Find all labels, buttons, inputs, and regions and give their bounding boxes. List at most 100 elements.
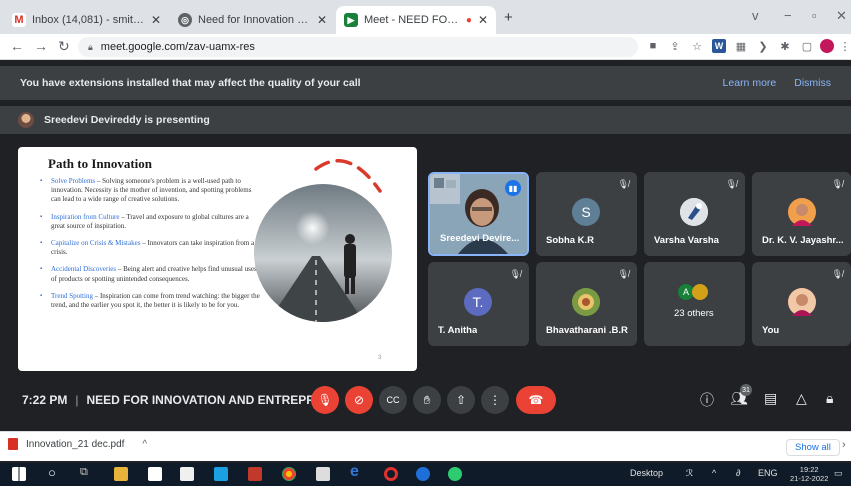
- menu-kebab-icon[interactable]: ⋮: [838, 39, 851, 53]
- bookmark-star-icon[interactable]: ☆: [690, 39, 704, 53]
- chrome-icon[interactable]: [282, 467, 296, 481]
- participant-tile-others[interactable]: A 23 others: [644, 262, 745, 346]
- present-button[interactable]: ⇧: [447, 386, 475, 414]
- store-icon[interactable]: [180, 467, 194, 481]
- participant-tile-bhavatharani[interactable]: 🎙︎̸ Bhavatharani .B.R: [536, 262, 637, 346]
- tab-meet[interactable]: ▶ Meet - NEED FOR INNOVAT ● ✕: [336, 6, 496, 34]
- close-window-button[interactable]: ✕: [836, 8, 847, 24]
- participant-tile-jayashree[interactable]: 🎙︎̸ Dr. K. V. Jayashr...: [752, 172, 851, 256]
- slide-bullet: Inspiration from Culture – Travel and ex…: [40, 213, 262, 231]
- captions-button[interactable]: CC: [379, 386, 407, 414]
- participant-tile-sobha[interactable]: 🎙︎̸ S Sobha K.R: [536, 172, 637, 256]
- meeting-info-icon[interactable]: ⓘ: [700, 390, 714, 410]
- participant-tile-sreedevi[interactable]: ▮▮ Sreedevi Devire...: [428, 172, 529, 256]
- raise-hand-button[interactable]: ✋︎: [413, 386, 441, 414]
- participant-name: Dr. K. V. Jayashr...: [762, 235, 844, 246]
- download-bar: Innovation_21 dec.pdf ^ Show all ›: [0, 431, 851, 461]
- address-bar[interactable]: 🔒︎ meet.google.com/zav-uamx-res: [78, 37, 638, 57]
- notifications-icon[interactable]: ▭: [834, 468, 843, 479]
- mail-icon[interactable]: [316, 467, 330, 481]
- close-tab-icon[interactable]: ✕: [317, 13, 327, 27]
- participant-tile-anitha[interactable]: 🎙︎̸ T. T. Anitha: [428, 262, 529, 346]
- people-tray-icon[interactable]: ℛ: [686, 468, 693, 479]
- mic-off-icon: 🎙︎̸: [509, 269, 521, 279]
- profile-avatar[interactable]: [820, 39, 834, 53]
- gmail-icon: M: [12, 13, 26, 27]
- task-view-icon[interactable]: ⧉: [80, 466, 88, 479]
- more-options-button[interactable]: ⋮: [481, 386, 509, 414]
- close-download-bar-icon[interactable]: ›: [842, 439, 846, 451]
- new-tab-button[interactable]: +: [504, 9, 513, 26]
- participant-name: Sreedevi Devire...: [440, 233, 520, 244]
- chat-icon[interactable]: ▤: [764, 390, 777, 407]
- download-item[interactable]: Innovation_21 dec.pdf ^: [8, 438, 147, 450]
- edge-icon[interactable]: e: [350, 463, 359, 481]
- presentation-slide[interactable]: Path to Innovation Solve Problems – Solv…: [18, 147, 417, 371]
- leave-call-button[interactable]: ☎︎: [516, 386, 556, 414]
- tab-label: Meet - NEED FOR INNOVAT: [364, 14, 460, 26]
- extension-icon[interactable]: ▦: [734, 39, 748, 53]
- reload-icon[interactable]: ↻: [58, 38, 70, 55]
- sidebar-icon[interactable]: ▢: [800, 39, 814, 53]
- presenting-banner: Sreedevi Devireddy is presenting: [0, 106, 851, 134]
- tab-need-for-innovation[interactable]: ◎ Need for Innovation & Entrepre ✕: [170, 6, 335, 34]
- slide-page-number: 3: [378, 355, 382, 361]
- maximize-button[interactable]: ▫: [812, 8, 817, 23]
- meet-icon: ▶: [344, 13, 358, 27]
- share-icon[interactable]: ⇪: [668, 39, 682, 53]
- mic-off-icon: 🎙︎̸: [725, 179, 737, 189]
- app-icon-l[interactable]: [214, 467, 228, 481]
- chevron-up-icon[interactable]: ^: [712, 468, 716, 478]
- slide-title: Path to Innovation: [48, 156, 153, 171]
- participant-name: Bhavatharani .B.R: [546, 325, 628, 336]
- chevron-up-icon[interactable]: ^: [142, 439, 147, 450]
- browser-toolbar: ← → ↻ 🔒︎ meet.google.com/zav-uamx-res ■ …: [0, 34, 851, 60]
- minimize-button[interactable]: −: [784, 8, 792, 23]
- app-icon-green[interactable]: [448, 467, 462, 481]
- presenter-avatar: [18, 112, 34, 128]
- learn-more-link[interactable]: Learn more: [723, 77, 777, 89]
- camera-toggle-button[interactable]: ⊘: [345, 386, 373, 414]
- url-text: meet.google.com/zav-uamx-res: [100, 41, 255, 53]
- participant-count-badge: 31: [740, 384, 752, 396]
- search-icon[interactable]: ○: [48, 465, 56, 480]
- meet-control-bar: 7:22 PM | NEED FOR INNOVATION AND ENTREPR.…: [0, 380, 851, 420]
- windows-taskbar: ○ ⧉ e Desktop ℛ ^ ∂ ENG 19:22 21-12-2022 …: [0, 463, 851, 486]
- clock-date: 21-12-2022: [790, 474, 829, 483]
- activities-icon[interactable]: △: [796, 390, 807, 407]
- show-all-downloads-button[interactable]: Show all: [786, 439, 840, 456]
- camera-icon[interactable]: ■: [646, 39, 660, 53]
- notepad-icon[interactable]: [148, 467, 162, 481]
- app-icon-red[interactable]: [248, 467, 262, 481]
- app-icon-blue[interactable]: [416, 467, 430, 481]
- puzzle-icon[interactable]: ✱: [778, 39, 792, 53]
- back-icon[interactable]: ←: [10, 38, 24, 54]
- mic-off-icon: 🎙︎̸: [617, 269, 629, 279]
- mic-off-icon: 🎙︎̸: [617, 179, 629, 189]
- start-button[interactable]: [12, 467, 26, 481]
- participant-tile-you[interactable]: 🎙︎̸ You: [752, 262, 851, 346]
- mic-toggle-button[interactable]: 🎙︎: [311, 386, 339, 414]
- file-explorer-icon[interactable]: [114, 467, 128, 481]
- network-icon[interactable]: ∂: [736, 468, 740, 478]
- slide-bullet: Solve Problems – Solving someone's probl…: [40, 177, 262, 205]
- language-indicator[interactable]: ENG: [758, 468, 778, 478]
- tab-gmail[interactable]: M Inbox (14,081) - smitharcnair@gi ✕: [4, 6, 169, 34]
- pdf-file-icon: [8, 438, 18, 450]
- dismiss-button[interactable]: Dismiss: [794, 77, 831, 89]
- close-tab-icon[interactable]: ✕: [478, 13, 488, 27]
- clock[interactable]: 19:22 21-12-2022: [790, 465, 828, 483]
- forward-icon[interactable]: →: [34, 38, 48, 54]
- word-extension-icon[interactable]: W: [712, 39, 726, 53]
- browser-tab-strip: M Inbox (14,081) - smitharcnair@gi ✕ ◎ N…: [0, 0, 851, 34]
- close-tab-icon[interactable]: ✕: [151, 13, 161, 27]
- participant-tile-varsha[interactable]: 🎙︎̸ Varsha Varsha: [644, 172, 745, 256]
- extension-warning-banner: You have extensions installed that may a…: [0, 66, 851, 100]
- opera-icon[interactable]: [384, 467, 398, 481]
- desktop-toolbar[interactable]: Desktop: [630, 468, 663, 478]
- host-controls-icon[interactable]: 🔒︎: [826, 390, 833, 407]
- extension-arrow-icon[interactable]: ❯: [756, 39, 770, 53]
- lock-icon: 🔒︎: [88, 41, 93, 52]
- tab-search-icon[interactable]: v: [752, 8, 759, 23]
- tab-label: Need for Innovation & Entrepre: [198, 14, 311, 26]
